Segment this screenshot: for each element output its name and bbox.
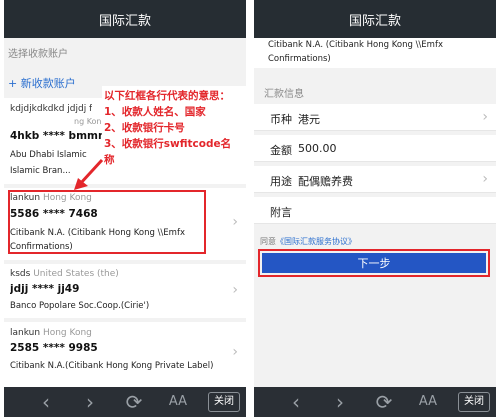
refresh-icon[interactable]: ⟳ — [112, 387, 156, 417]
account-bank-cont: Confirmations) — [268, 54, 331, 64]
page-title: 国际汇款 — [348, 13, 401, 29]
annotation-item: 3、收款银行swfitcode名 — [104, 138, 232, 150]
account-name: lankun — [10, 328, 41, 338]
next-step-button[interactable]: 下一步 — [262, 253, 486, 273]
title-bar: 国际汇款 — [254, 0, 496, 38]
chevron-right-icon: › — [232, 344, 238, 360]
remit-info-label: 汇款信息 — [264, 89, 304, 100]
account-name-row: lankun Hong Kong — [10, 328, 92, 338]
account-number: jdjj **** jj49 — [10, 283, 80, 295]
close-button[interactable]: 关闭 — [458, 392, 490, 412]
close-button[interactable]: 关闭 — [208, 392, 240, 412]
currency-value: 港元 — [298, 113, 320, 126]
account-country: United States (the) — [33, 269, 119, 279]
annotation-item: 2、收款银行卡号 — [104, 122, 185, 134]
amount-input[interactable]: 500.00 — [298, 142, 337, 155]
account-bank: Citibank N.A. (Citibank Hong Kong \\Emfx — [268, 40, 443, 50]
selected-account-card: Citibank N.A. (Citibank Hong Kong \\Emfx… — [254, 38, 496, 68]
account-item[interactable]: ksds United States (the) jdjj **** jj49 … — [4, 264, 246, 318]
remark-row[interactable]: 附言 — [254, 197, 496, 224]
account-name: kdjdjkdkdkd jdjdj f — [10, 104, 93, 114]
account-number: 2585 **** 9985 — [10, 342, 98, 354]
account-bank: Banco Popolare Soc.Coop.(Cirie') — [10, 301, 150, 311]
back-icon[interactable]: ‹ — [24, 387, 68, 417]
annotation-note: 以下红框各行代表的意思： 1、收款人姓名、国家 2、收款银行卡号 3、收款银行s… — [102, 86, 246, 170]
account-number: 4hkb **** bmmn — [10, 130, 106, 142]
annotation-item: 称 — [104, 154, 115, 166]
forward-icon[interactable]: › — [68, 387, 112, 417]
bottom-toolbar: ‹ › ⟳ AA 关闭 — [4, 387, 246, 417]
account-bank: Citibank N.A.(Citibank Hong Kong Private… — [10, 361, 214, 371]
annotation-title: 以下红框各行代表的意思： — [104, 90, 230, 102]
font-size-icon[interactable]: AA — [156, 387, 200, 417]
annotation-item: 1、收款人姓名、国家 — [104, 106, 206, 118]
back-icon[interactable]: ‹ — [274, 387, 318, 417]
amount-row[interactable]: 金额 500.00 — [254, 135, 496, 162]
bottom-toolbar: ‹ › ⟳ AA 关闭 — [254, 387, 496, 417]
purpose-label: 用途 — [270, 175, 292, 188]
agreement-text: 同意《国际汇款服务协议》 — [260, 236, 356, 247]
highlight-box: 下一步 — [258, 249, 490, 277]
chevron-right-icon: › — [232, 282, 238, 298]
account-item[interactable]: lankun Hong Kong 2585 **** 9985 Citibank… — [4, 322, 246, 387]
page-title: 国际汇款 — [98, 13, 151, 29]
chevron-right-icon: › — [482, 171, 488, 187]
purpose-value: 配偶赡养费 — [298, 175, 353, 188]
chevron-right-icon: › — [482, 109, 488, 125]
select-account-label: 选择收款账户 — [8, 49, 68, 60]
amount-label: 金额 — [270, 144, 292, 157]
title-bar: 国际汇款 — [4, 0, 246, 38]
right-screen: 国际汇款 Citibank N.A. (Citibank Hong Kong \… — [254, 0, 496, 417]
account-name: ksds — [10, 269, 31, 279]
arrow-icon — [74, 158, 104, 190]
left-screen: 国际汇款 选择收款账户 + 新收款账户 kdjdjkdkdkd jdjdj f … — [4, 0, 246, 417]
agreement-prefix: 同意 — [260, 237, 276, 246]
account-country: Hong Kong — [42, 328, 92, 338]
currency-row[interactable]: 币种 港元 › — [254, 104, 496, 131]
currency-label: 币种 — [270, 113, 292, 126]
account-bank-branch: Islamic Bran... — [10, 166, 71, 176]
remark-label: 附言 — [270, 206, 292, 219]
add-account-button[interactable]: + 新收款账户 — [8, 75, 76, 91]
chevron-right-icon: › — [232, 214, 238, 230]
forward-icon[interactable]: › — [318, 387, 362, 417]
highlight-box — [8, 190, 206, 254]
account-name-row: ksds United States (the) — [10, 269, 119, 279]
agreement-link[interactable]: 《国际汇款服务协议》 — [276, 237, 356, 246]
purpose-row[interactable]: 用途 配偶赡养费 › — [254, 166, 496, 193]
font-size-icon[interactable]: AA — [406, 387, 450, 417]
refresh-icon[interactable]: ⟳ — [362, 387, 406, 417]
